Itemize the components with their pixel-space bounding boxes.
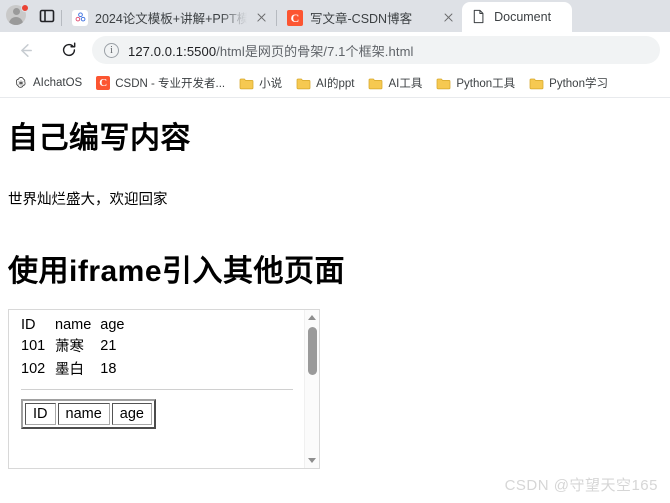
browser-tab-3[interactable]: Document bbox=[462, 2, 573, 32]
bookmark-folder-ai-tools[interactable]: AI工具 bbox=[361, 72, 429, 94]
tab-title-3: Document bbox=[494, 10, 552, 24]
table-header-cell: age bbox=[100, 317, 125, 333]
bordered-table: ID name age bbox=[21, 399, 156, 429]
bookmark-label: Python学习 bbox=[549, 77, 608, 90]
embedded-iframe[interactable]: ID name age 101 萧寒 21 102 墨白 18 ID name … bbox=[8, 309, 320, 469]
table-cell: 21 bbox=[100, 337, 117, 354]
scroll-up-arrow-icon[interactable] bbox=[305, 310, 320, 325]
tabstrip-left-controls bbox=[0, 0, 60, 32]
table-row: 101 萧寒 21 bbox=[21, 334, 133, 357]
horizontal-divider bbox=[21, 389, 293, 390]
aichat-favicon-icon bbox=[72, 9, 88, 26]
bookmark-aichatos[interactable]: AIchatOS bbox=[7, 73, 89, 93]
plain-table: ID name age 101 萧寒 21 102 墨白 18 bbox=[21, 316, 133, 380]
url-host: 127.0.0.1:5500 bbox=[128, 43, 217, 59]
tab-separator bbox=[61, 10, 62, 26]
page-heading-2: 使用iframe引入其他页面 bbox=[8, 254, 346, 288]
table-header-cell: name bbox=[57, 403, 110, 425]
table-header-row: ID name age bbox=[21, 316, 133, 334]
bookmark-label: AI工具 bbox=[388, 77, 423, 90]
bookmark-label: AIchatOS bbox=[33, 76, 83, 89]
page-content: 自己编写内容 世界灿烂盛大，欢迎回家 使用iframe引入其他页面 ID nam… bbox=[0, 122, 670, 469]
browser-window: 2024论文模板+讲解+PPT模板+答 C 写文章-CSDN博客 Documen bbox=[0, 0, 670, 503]
reload-button[interactable] bbox=[54, 35, 84, 65]
browser-tab-2[interactable]: C 写文章-CSDN博客 bbox=[278, 3, 462, 32]
document-favicon-icon bbox=[471, 9, 487, 25]
bookmark-folder-python-tools[interactable]: Python工具 bbox=[429, 72, 522, 94]
scrollbar-thumb[interactable] bbox=[307, 327, 317, 375]
bookmark-label: AI的ppt bbox=[316, 77, 355, 90]
tab-strip: 2024论文模板+讲解+PPT模板+答 C 写文章-CSDN博客 Documen bbox=[0, 0, 670, 32]
folder-icon bbox=[529, 77, 544, 89]
address-bar-url: 127.0.0.1:5500/html是网页的骨架/7.1个框架.html bbox=[128, 41, 413, 60]
folder-icon bbox=[436, 77, 451, 89]
profile-avatar[interactable] bbox=[6, 4, 29, 27]
aichat-icon bbox=[14, 76, 28, 90]
table-header-cell: ID bbox=[25, 403, 56, 425]
bookmark-label: Python工具 bbox=[456, 77, 516, 90]
table-header-row: ID name age bbox=[25, 403, 152, 425]
folder-icon bbox=[296, 77, 311, 89]
page-viewport: 自己编写内容 世界灿烂盛大，欢迎回家 使用iframe引入其他页面 ID nam… bbox=[0, 100, 670, 503]
iframe-vertical-scrollbar[interactable] bbox=[304, 310, 319, 468]
csdn-favicon-icon: C bbox=[287, 9, 303, 26]
scrollbar-track[interactable] bbox=[305, 325, 320, 453]
tab-title-2: 写文章-CSDN博客 bbox=[310, 12, 413, 26]
site-info-icon[interactable]: i bbox=[104, 42, 119, 58]
table-row: 102 墨白 18 bbox=[21, 357, 133, 380]
table-cell: 101 bbox=[21, 337, 46, 354]
folder-icon bbox=[368, 77, 383, 89]
tab-close-icon-2[interactable] bbox=[441, 10, 456, 25]
table-cell: 萧寒 bbox=[55, 339, 84, 355]
bookmark-csdn[interactable]: C CSDN - 专业开发者... bbox=[89, 72, 232, 94]
table-cell: 墨白 bbox=[55, 362, 84, 378]
table-cell: 102 bbox=[21, 360, 46, 377]
back-button[interactable] bbox=[10, 35, 40, 65]
tab-close-icon-1[interactable] bbox=[254, 10, 269, 25]
table-cell: 18 bbox=[100, 360, 117, 377]
bookmark-label: 小说 bbox=[259, 77, 283, 90]
side-panel-icon[interactable] bbox=[38, 7, 56, 25]
bookmark-folder-xiaoshuo[interactable]: 小说 bbox=[232, 72, 289, 94]
tab-separator bbox=[276, 10, 277, 26]
navigation-toolbar: i 127.0.0.1:5500/html是网页的骨架/7.1个框架.html bbox=[0, 32, 670, 68]
table-header-cell: name bbox=[55, 317, 92, 333]
url-path: /html是网页的骨架/7.1个框架.html bbox=[216, 43, 414, 59]
address-bar[interactable]: i 127.0.0.1:5500/html是网页的骨架/7.1个框架.html bbox=[92, 36, 660, 64]
iframe-document: ID name age 101 萧寒 21 102 墨白 18 ID name … bbox=[9, 310, 319, 429]
folder-icon bbox=[239, 77, 254, 89]
bookmarks-bar: AIchatOS C CSDN - 专业开发者... 小说 AI的ppt AI工… bbox=[0, 68, 670, 98]
notification-dot-icon bbox=[21, 4, 29, 12]
csdn-watermark: CSDN @守望天空165 bbox=[504, 477, 658, 494]
tab-title-1: 2024论文模板+讲解+PPT模板+答 bbox=[95, 12, 247, 26]
csdn-icon: C bbox=[96, 75, 111, 90]
bookmark-label: CSDN - 专业开发者... bbox=[115, 77, 226, 90]
tab-list: 2024论文模板+讲解+PPT模板+答 C 写文章-CSDN博客 Documen bbox=[60, 0, 670, 32]
bookmark-folder-python-study[interactable]: Python学习 bbox=[522, 72, 615, 94]
table-header-cell: ID bbox=[21, 317, 36, 333]
browser-tab-1[interactable]: 2024论文模板+讲解+PPT模板+答 bbox=[63, 3, 275, 32]
page-paragraph: 世界灿烂盛大，欢迎回家 bbox=[8, 191, 168, 208]
bookmark-folder-ai-ppt[interactable]: AI的ppt bbox=[289, 72, 361, 94]
table-header-cell: age bbox=[111, 403, 152, 425]
page-heading-1: 自己编写内容 bbox=[8, 122, 191, 155]
scroll-down-arrow-icon[interactable] bbox=[305, 453, 320, 468]
